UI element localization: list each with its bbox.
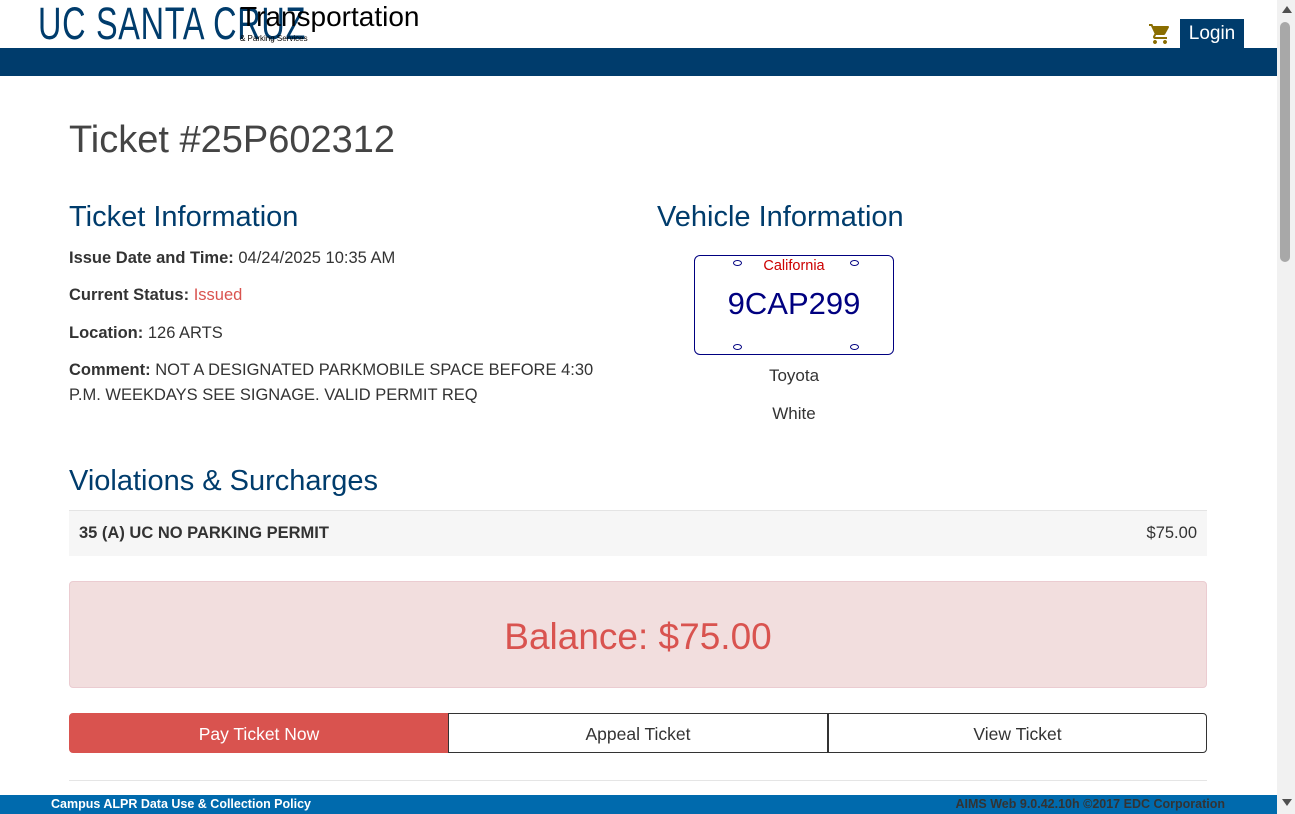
vehicle-info-heading: Vehicle Information [657,201,904,233]
version-text: AIMS Web 9.0.42.10h ©2017 EDC Corporatio… [955,797,1225,811]
logo-title: Transportation [240,1,420,32]
status-label: Current Status: [69,286,190,304]
view-ticket-button[interactable]: View Ticket [828,713,1207,753]
status-row: Current Status: Issued [69,283,242,308]
login-button[interactable]: Login [1180,19,1244,48]
appeal-ticket-button[interactable]: Appeal Ticket [448,713,828,753]
violation-name: 35 (A) UC NO PARKING PERMIT [79,524,329,542]
balance-text: Balance: $75.00 [504,616,772,657]
scroll-thumb[interactable] [1280,22,1290,262]
balance-alert: Balance: $75.00 [69,581,1207,688]
comment-row: Comment: NOT A DESIGNATED PARKMOBILE SPA… [69,358,609,408]
pay-ticket-button[interactable]: Pay Ticket Now [69,713,449,753]
plate-bolt-icon [850,344,859,350]
plate-bolt-icon [733,344,742,350]
scroll-up-arrow-icon[interactable] [1282,6,1292,13]
plate-number: 9CAP299 [727,286,861,321]
plate-state: California [763,258,825,274]
scroll-down-arrow-icon[interactable] [1282,799,1292,806]
location-value: 126 ARTS [147,324,223,342]
issue-date-value: 04/24/2025 10:35 AM [238,249,396,267]
issue-date-label: Issue Date and Time: [69,249,234,267]
violations-heading: Violations & Surcharges [69,465,378,497]
alpr-policy-link[interactable]: Campus ALPR Data Use & Collection Policy [51,797,311,811]
violation-row: 35 (A) UC NO PARKING PERMIT $75.00 [69,510,1207,556]
ticket-info-heading: Ticket Information [69,201,299,233]
vehicle-make: Toyota [768,366,820,385]
page-scrollbar[interactable] [1277,0,1295,814]
violation-amount: $75.00 [1146,524,1197,542]
vehicle-color: White [772,404,816,423]
shopping-cart-icon[interactable] [1148,22,1172,46]
site-footer: Campus ALPR Data Use & Collection Policy… [0,795,1277,814]
nav-bar [0,48,1277,76]
comment-label: Comment: [69,361,151,379]
site-header: UC SANTA CRUZ Transportation & Parking S… [0,0,1277,48]
license-plate: California 9CAP299 [694,255,894,355]
page-title: Ticket #25P602312 [69,119,396,161]
location-label: Location: [69,324,144,342]
location-row: Location: 126 ARTS [69,321,223,346]
status-value: Issued [193,286,243,304]
issue-date-row: Issue Date and Time: 04/24/2025 10:35 AM [69,246,395,271]
divider [69,780,1207,781]
logo-subtitle: & Parking Services [240,34,308,43]
